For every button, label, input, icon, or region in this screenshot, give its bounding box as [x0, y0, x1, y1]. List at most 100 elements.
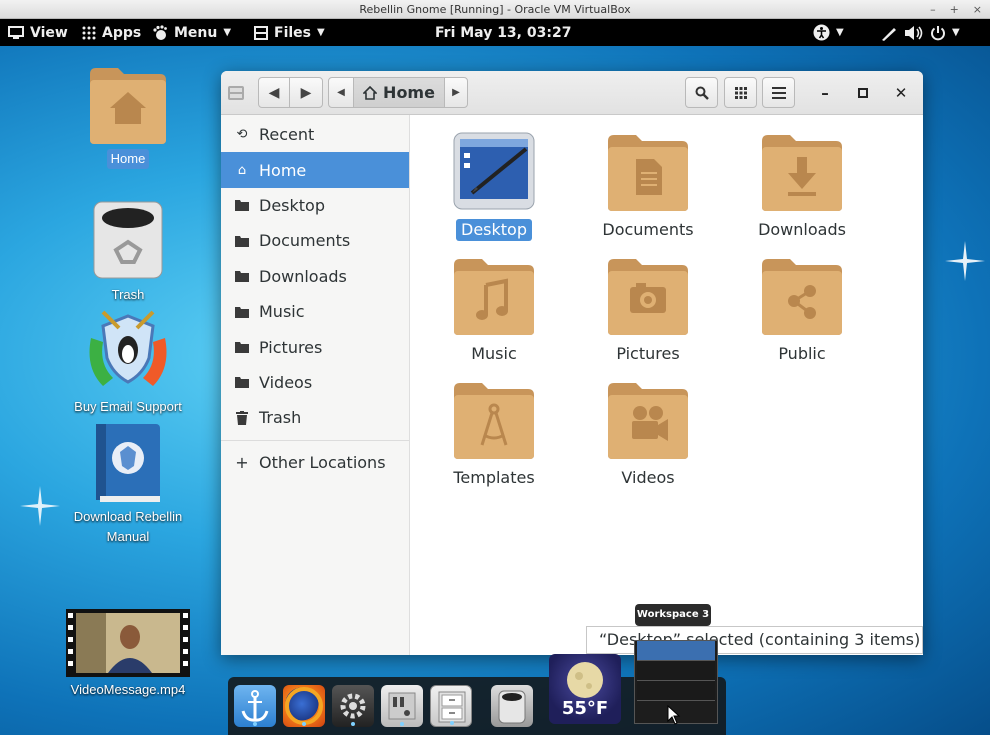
- sidebar-item-desktop[interactable]: Desktop: [221, 188, 409, 223]
- files-cabinet-icon: [254, 25, 268, 40]
- folder-icon: [235, 269, 249, 283]
- folder-icon: [235, 234, 249, 248]
- music-folder-icon: [454, 259, 534, 335]
- sidebar-item-label: Recent: [259, 125, 315, 145]
- forward-arrow-icon: ▶: [300, 84, 312, 101]
- desktop-icon-video-label: VideoMessage.mp4: [70, 682, 186, 697]
- firefox-icon: [285, 687, 323, 725]
- videos-folder-icon: [608, 383, 688, 459]
- sidebar-item-downloads[interactable]: Downloads: [221, 259, 409, 294]
- apps-label: Apps: [102, 24, 142, 41]
- workspace-row-active[interactable]: [637, 641, 715, 661]
- clock[interactable]: Fri May 13, 03:27: [435, 19, 571, 46]
- weather-widget[interactable]: 55°F: [549, 654, 621, 724]
- dock-anchor-app[interactable]: [234, 685, 276, 727]
- sidebar-item-pictures[interactable]: Pictures: [221, 329, 409, 364]
- folder-icon: [235, 340, 249, 354]
- desktop-icon-trash[interactable]: Trash: [63, 198, 193, 305]
- sidebar-item-label: Home: [259, 160, 307, 180]
- folder-templates[interactable]: Templates: [419, 379, 569, 489]
- folder-videos[interactable]: Videos: [573, 379, 723, 489]
- files-app-menu[interactable]: Files ▼: [254, 19, 325, 46]
- vbox-maximize-button[interactable]: +: [950, 0, 959, 19]
- dock-trash[interactable]: [491, 685, 533, 727]
- files-content-grid: Desktop Documents Downloads Music Pictur…: [411, 115, 923, 655]
- folder-desktop[interactable]: Desktop: [419, 131, 569, 241]
- dock-system-monitor-app[interactable]: [381, 685, 423, 727]
- menu-button[interactable]: Menu ▼: [152, 19, 231, 46]
- desktop-icon-home[interactable]: Home: [63, 64, 193, 169]
- folder-icon: [235, 305, 249, 319]
- sidebar-item-label: Documents: [259, 231, 351, 251]
- sidebar-item-other-locations[interactable]: + Other Locations: [221, 445, 409, 480]
- desktop-icon-home-label: Home: [106, 149, 150, 169]
- power-icon: [931, 25, 945, 40]
- view-button[interactable]: View: [8, 19, 68, 46]
- sidebar-item-trash[interactable]: Trash: [221, 400, 409, 435]
- templates-folder-icon: [454, 383, 534, 459]
- desktop-icon-manual[interactable]: Download Rebellin Manual: [63, 422, 193, 547]
- vbox-close-button[interactable]: ×: [973, 0, 982, 19]
- dock-firefox-app[interactable]: [283, 685, 325, 727]
- folder-label: Downloads: [758, 220, 846, 239]
- apps-grid-icon: [82, 26, 96, 39]
- sidebar-item-label: Desktop: [259, 195, 325, 215]
- files-caret-icon: ▼: [317, 27, 325, 38]
- view-icon: [8, 25, 24, 39]
- grid-view-icon: [734, 86, 747, 99]
- workspace-switcher[interactable]: [634, 640, 718, 725]
- workspace-tooltip-text: Workspace 3: [636, 609, 710, 620]
- chevron-left-icon: ◀: [337, 87, 345, 98]
- sparkle-decoration: [20, 486, 60, 526]
- folder-icon: [235, 198, 249, 212]
- close-button[interactable]: ✕: [891, 83, 911, 103]
- path-home-button[interactable]: Home: [353, 77, 445, 108]
- maximize-icon: [858, 88, 868, 98]
- moon-icon: [567, 662, 603, 698]
- hamburger-menu-button[interactable]: [762, 77, 795, 108]
- folder-downloads[interactable]: Downloads: [727, 131, 877, 241]
- desktop-icon-video[interactable]: VideoMessage.mp4: [63, 609, 193, 700]
- forward-button[interactable]: ▶: [289, 77, 323, 108]
- workspace-row[interactable]: [637, 661, 715, 681]
- workspace-tooltip: Workspace 3: [635, 604, 711, 626]
- sidebar-item-home[interactable]: ⌂ Home: [221, 152, 409, 188]
- system-menu[interactable]: ▼: [880, 19, 960, 46]
- search-button[interactable]: [685, 77, 718, 108]
- folder-label: Templates: [453, 468, 535, 487]
- back-button[interactable]: ◀: [258, 77, 290, 108]
- path-right-button[interactable]: ▶: [444, 77, 468, 108]
- sidebar-item-recent[interactable]: ⟲ Recent: [221, 117, 409, 152]
- dock-settings-app[interactable]: [332, 685, 374, 727]
- downloads-folder-icon: [762, 135, 842, 211]
- sidebar-item-documents[interactable]: Documents: [221, 223, 409, 258]
- maximize-button[interactable]: [853, 83, 873, 103]
- sidebar-item-videos[interactable]: Videos: [221, 365, 409, 400]
- workspace-row[interactable]: [637, 681, 715, 701]
- drive-icon: [225, 77, 247, 108]
- pictures-folder-icon: [608, 259, 688, 335]
- folder-music[interactable]: Music: [419, 255, 569, 365]
- book-icon: [96, 424, 160, 502]
- public-folder-icon: [762, 259, 842, 335]
- accessibility-menu[interactable]: ▼: [813, 19, 844, 46]
- view-grid-button[interactable]: [724, 77, 757, 108]
- gnome-foot-icon: [153, 24, 167, 40]
- close-icon: ✕: [894, 84, 908, 102]
- dock-files-app[interactable]: [430, 685, 472, 727]
- hamburger-icon: [771, 86, 786, 99]
- gnome-topbar: View Apps Menu ▼ Files ▼ Fri May 13, 03:…: [0, 19, 990, 46]
- sidebar-item-music[interactable]: Music: [221, 294, 409, 329]
- folder-pictures[interactable]: Pictures: [573, 255, 723, 365]
- trash-can-icon: [498, 690, 526, 724]
- desktop-icon-email-support[interactable]: Buy Email Support: [63, 308, 193, 417]
- sidebar-item-label: Videos: [259, 372, 313, 392]
- apps-button[interactable]: Apps: [82, 19, 141, 46]
- vbox-minimize-button[interactable]: –: [930, 0, 936, 19]
- folder-icon: [235, 375, 249, 389]
- folder-documents[interactable]: Documents: [573, 131, 723, 241]
- minimize-button[interactable]: –: [815, 83, 835, 103]
- path-left-button[interactable]: ◀: [328, 77, 354, 108]
- sidebar-item-label: Other Locations: [259, 452, 386, 472]
- folder-public[interactable]: Public: [727, 255, 877, 365]
